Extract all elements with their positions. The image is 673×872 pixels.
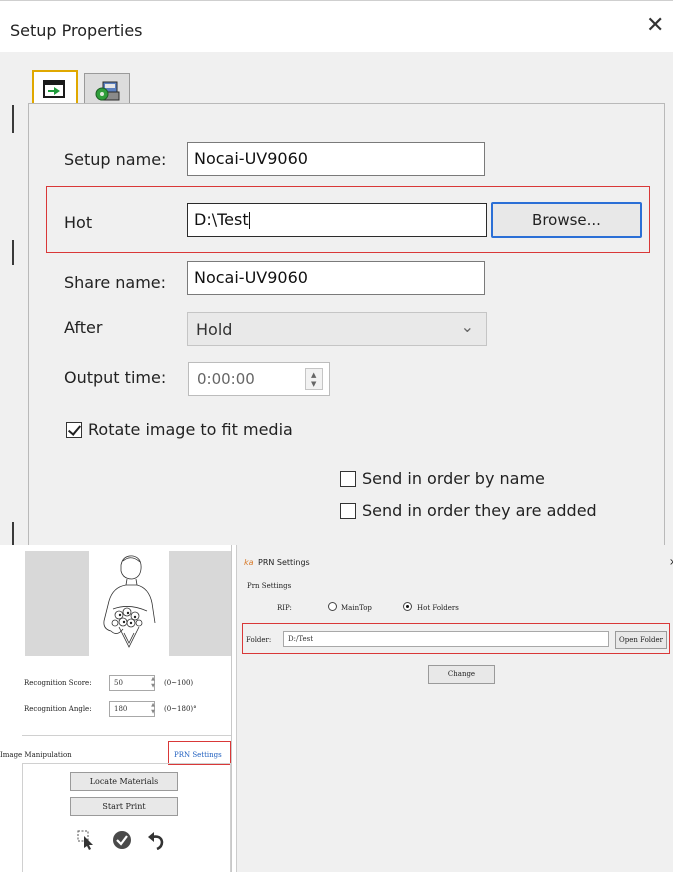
send-by-name-label: Send in order by name <box>362 469 545 488</box>
browse-button[interactable]: Browse... <box>491 202 642 238</box>
after-label: After <box>64 318 103 337</box>
close-icon[interactable]: ✕ <box>646 15 664 37</box>
output-time-value: 0:00:00 <box>197 370 255 388</box>
printer-gear-icon <box>95 81 120 101</box>
preview-image <box>89 551 169 656</box>
output-time-input[interactable]: 0:00:00 ▲ ▼ <box>188 362 330 396</box>
change-button[interactable]: Change <box>428 665 495 684</box>
prn-window-title: PRN Settings <box>258 558 310 567</box>
start-print-button[interactable]: Start Print <box>70 797 178 816</box>
recognition-score-range: (0~100) <box>164 679 194 687</box>
radio-hot-folders[interactable] <box>403 602 412 611</box>
app-logo-icon: ka <box>244 558 254 567</box>
recognition-angle-range: (0~180)° <box>164 705 197 713</box>
spin-down-icon[interactable]: ▼ <box>311 381 316 388</box>
radio-maintop-label: MainTop <box>341 604 372 612</box>
rip-label: RIP: <box>277 604 292 612</box>
setup-properties-dialog: Setup Properties ✕ Setup name: Nocai-UV9… <box>0 0 673 545</box>
panel-border <box>231 545 232 872</box>
check-circle-icon[interactable] <box>112 830 132 850</box>
undo-icon[interactable] <box>146 830 166 850</box>
text-caret <box>248 212 250 229</box>
rotate-label: Rotate image to fit media <box>88 420 293 439</box>
share-name-label: Share name: <box>64 273 167 292</box>
share-name-input[interactable]: Nocai-UV9060 <box>187 261 485 295</box>
setup-name-input[interactable]: Nocai-UV9060 <box>187 142 485 176</box>
radio-maintop[interactable] <box>328 602 337 611</box>
prn-settings-link[interactable]: PRN Settings <box>174 751 222 759</box>
spin-up-icon[interactable]: ▲ <box>311 372 316 379</box>
after-select[interactable]: Hold ⌄ <box>187 312 487 346</box>
prn-settings-window: ka PRN Settings × Prn Settings RIP: Main… <box>236 545 673 872</box>
hot-folder-input[interactable]: D:\Test <box>187 203 487 237</box>
svg-text:ka: ka <box>244 558 254 567</box>
window-edge <box>12 105 14 133</box>
window-edge <box>12 240 14 265</box>
folder-input[interactable]: D:/Test <box>283 631 609 647</box>
send-by-name-checkbox[interactable] <box>340 471 356 487</box>
rotate-checkbox[interactable] <box>66 422 82 438</box>
prn-close-icon[interactable]: × <box>669 557 673 568</box>
setup-tab-icon <box>43 80 65 98</box>
tab-printer[interactable] <box>84 73 130 104</box>
setup-name-label: Setup name: <box>64 150 167 169</box>
app-side-panel: Recognition Score: 50 ▲ ▼ (0~100) Recogni… <box>0 545 232 872</box>
preview-area <box>25 551 232 656</box>
select-cursor-icon[interactable] <box>77 830 97 850</box>
hot-folder-value: D:\Test <box>194 210 249 229</box>
open-folder-button[interactable]: Open Folder <box>615 631 667 649</box>
send-by-added-label: Send in order they are added <box>362 501 597 520</box>
tab-setup[interactable] <box>32 70 78 104</box>
send-by-added-checkbox[interactable] <box>340 503 356 519</box>
recognition-angle-label: Recognition Angle: <box>24 705 92 713</box>
time-spinner[interactable]: ▲ ▼ <box>305 368 323 390</box>
folder-label: Folder: <box>246 636 272 644</box>
output-time-label: Output time: <box>64 368 167 387</box>
chevron-down-icon: ⌄ <box>460 317 474 336</box>
hot-label: Hot <box>64 213 93 232</box>
image-manipulation-heading: Image Manipulation <box>0 751 72 759</box>
divider <box>22 735 231 736</box>
dialog-title: Setup Properties <box>10 21 143 40</box>
locate-materials-button[interactable]: Locate Materials <box>70 772 178 791</box>
dialog-titlebar: Setup Properties ✕ <box>0 0 673 52</box>
prn-group-title: Prn Settings <box>247 582 292 590</box>
score-spinner-icon[interactable]: ▲ ▼ <box>149 676 157 690</box>
window-edge <box>12 522 14 545</box>
person-with-flowers-sketch <box>103 555 156 648</box>
angle-spinner-icon[interactable]: ▲ ▼ <box>149 702 157 716</box>
radio-hot-folders-label: Hot Folders <box>417 604 459 612</box>
after-selected-value: Hold <box>196 320 233 339</box>
recognition-score-label: Recognition Score: <box>24 679 92 687</box>
